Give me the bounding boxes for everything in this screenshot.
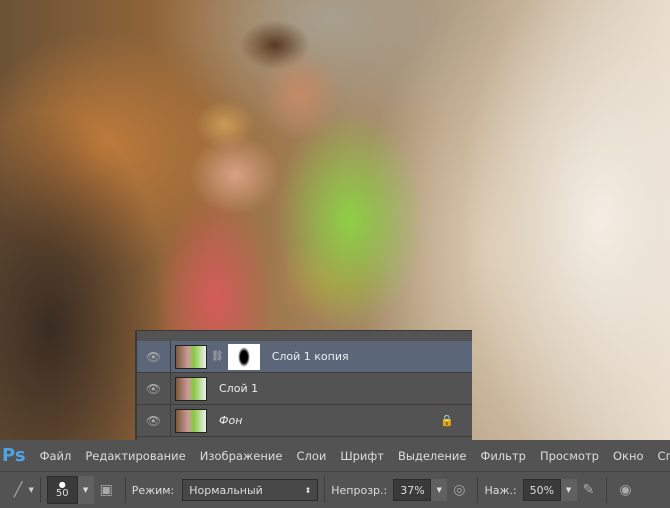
options-bar: ╱ ▼ ● 50 ▼ ▣ Режим: Нормальный ⬍ Непрозр.:… <box>0 471 670 508</box>
eye-icon[interactable]: 👁 <box>137 341 171 372</box>
lock-icon[interactable]: 🔒 <box>440 414 454 427</box>
pressure-size-icon[interactable]: ◉ <box>619 482 631 498</box>
menu-filter[interactable]: Фильтр <box>480 449 526 463</box>
mode-value: Нормальный <box>189 483 263 497</box>
menu-type[interactable]: Шрифт <box>340 449 384 463</box>
menu-help[interactable]: Спр <box>658 449 670 463</box>
layer-row[interactable]: 👁 Фон 🔒 <box>137 405 472 437</box>
pressure-label: Наж.: <box>484 483 517 497</box>
layer-name: Фон <box>219 414 243 427</box>
chevron-down-icon[interactable]: ▼ <box>28 486 33 494</box>
photoshop-logo: Ps <box>2 445 26 466</box>
menu-window[interactable]: Окно <box>613 449 644 463</box>
chevron-down-icon[interactable]: ▼ <box>560 479 577 501</box>
layer-thumbnail <box>175 344 207 369</box>
layer-thumbnail <box>175 376 207 401</box>
menu-image[interactable]: Изображение <box>200 449 283 463</box>
menu-edit[interactable]: Редактирование <box>85 449 185 463</box>
brush-size-picker[interactable]: ● 50 <box>46 476 78 504</box>
brush-size: 50 <box>55 488 69 499</box>
chevron-down-icon[interactable]: ▼ <box>431 479 448 501</box>
layers-panel: 👁 ⛓ Слой 1 копия 👁 Слой 1 👁 Фон 🔒 <box>135 330 472 440</box>
menu-layers[interactable]: Слои <box>296 449 326 463</box>
menu-select[interactable]: Выделение <box>398 449 467 463</box>
link-icon[interactable]: ⛓ <box>211 351 224 362</box>
layer-thumbnail <box>175 408 207 433</box>
chevron-down-icon[interactable]: ▼ <box>77 476 94 504</box>
eye-icon[interactable]: 👁 <box>137 405 171 436</box>
mode-label: Режим: <box>131 483 175 497</box>
airbrush-icon[interactable]: ✎ <box>583 482 595 498</box>
layer-row[interactable]: 👁 Слой 1 <box>137 373 472 405</box>
layer-name: Слой 1 <box>219 382 259 395</box>
menu-file[interactable]: Файл <box>40 449 72 463</box>
mode-select[interactable]: Нормальный ⬍ <box>182 479 319 501</box>
layer-mask-thumbnail[interactable] <box>227 343 260 370</box>
flow-input[interactable]: 50% <box>522 479 561 501</box>
airbrush-opacity-icon[interactable]: ◎ <box>453 482 465 498</box>
updown-icon: ⬍ <box>304 485 312 495</box>
eye-icon[interactable]: 👁 <box>137 373 171 404</box>
menu-bar: Ps Файл Редактирование Изображение Слои … <box>0 440 670 471</box>
layer-name: Слой 1 копия <box>271 350 349 363</box>
layer-row[interactable]: 👁 ⛓ Слой 1 копия <box>137 341 472 373</box>
brush-tool-icon[interactable]: ╱ <box>14 482 22 498</box>
brush-panel-icon[interactable]: ▣ <box>100 482 113 498</box>
opacity-input[interactable]: 37% <box>393 479 432 501</box>
opacity-label: Непрозр.: <box>331 483 388 497</box>
menu-view[interactable]: Просмотр <box>540 449 599 463</box>
